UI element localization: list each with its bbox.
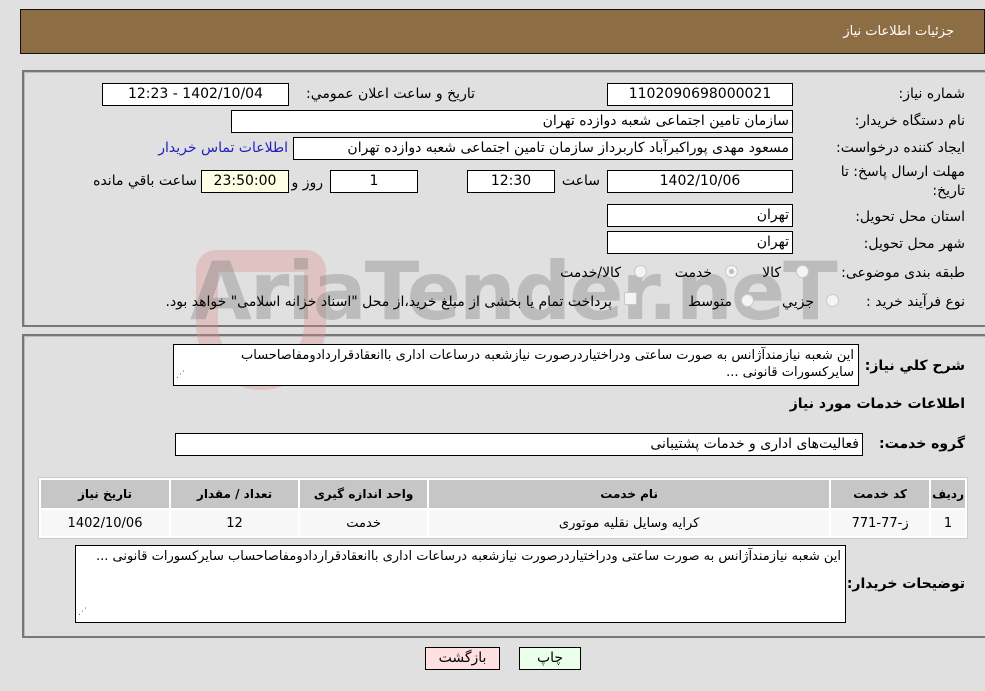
cell-need-date: 1402/10/06 [41,510,170,536]
service-group-label: گروه خدمت: [879,436,965,452]
treasury-checkbox[interactable] [624,292,637,305]
col-row-number: رديف [931,480,965,508]
resize-grip-icon[interactable]: ⋱ [78,604,87,621]
need-number-field: 1102090698000021 [607,83,793,106]
category-radio-service[interactable] [725,265,738,278]
purchase-option-medium: متوسط [688,294,732,310]
deadline-date-field: 1402/10/06 [607,170,793,193]
deadline-time-field: 12:30 [467,170,555,193]
time-remaining-field: 23:50:00 [201,170,289,193]
buyer-notes-textarea[interactable]: این شعبه نیازمندآژانس به صورت ساعتی ودرا… [75,545,846,623]
announce-datetime-field: 1402/10/04 - 12:23 [102,83,289,106]
general-desc-label: شرح کلي نياز: [864,358,965,374]
treasury-note: پرداخت تمام یا بخشی از مبلغ خرید،از محل … [165,294,612,310]
purchase-radio-minor[interactable] [826,294,839,307]
buyer-org-field: سازمان تامین اجتماعی شعبه دوازده تهران [231,110,793,133]
purchase-option-minor: جزيي [782,294,814,310]
category-radio-goods-service[interactable] [634,265,647,278]
requester-field: مسعود مهدی پوراکبرآباد کاربرداز سازمان ت… [293,137,793,160]
buyer-contact-link[interactable]: اطلاعات تماس خریدار [158,140,288,156]
deadline-label-2: تاریخ: [932,183,965,199]
table-header-row: رديف کد خدمت نام خدمت واحد اندازه گيری ت… [41,480,965,508]
need-info-panel [22,70,985,327]
category-radio-goods[interactable] [796,265,809,278]
requester-label: ایجاد کننده درخواست: [836,140,965,156]
purchase-type-label: نوع فرآیند خرید : [866,294,965,310]
cell-unit: خدمت [300,510,428,536]
resize-grip-icon[interactable]: ⋱ [176,367,185,384]
time-remaining-label: ساعت باقي مانده [93,173,197,189]
deadline-time-label: ساعت [561,173,600,189]
cell-service-code: ز-77-771 [831,510,930,536]
category-option-goods: کالا [762,265,781,281]
table-row: 1 ز-77-771 کرایه وسایل نقلیه موتوری خدمت… [41,510,965,536]
category-label: طبقه بندی موضوعی: [841,265,965,281]
buyer-org-label: نام دستگاه خريدار: [854,113,965,129]
city-field: تهران [607,231,793,254]
days-label: روز و [291,175,324,191]
province-field: تهران [607,204,793,227]
services-heading: اطلاعات خدمات مورد نياز [789,396,965,412]
col-need-date: تاریخ نیاز [41,480,170,508]
buyer-notes-label: توضيحات خريدار: [846,576,965,592]
col-unit: واحد اندازه گيری [300,480,428,508]
page-title: جزئیات اطلاعات نیاز [843,24,954,39]
general-desc-text: این شعبه نیازمندآژانس به صورت ساعتی ودرا… [241,348,854,380]
need-number-label: شماره نیاز: [898,86,966,102]
print-button[interactable]: چاپ [519,647,581,670]
days-remaining-field: 1 [330,170,418,193]
services-table: رديف کد خدمت نام خدمت واحد اندازه گيری ت… [38,477,968,539]
col-quantity: تعداد / مقدار [171,480,299,508]
cell-service-name: کرایه وسایل نقلیه موتوری [429,510,830,536]
purchase-radio-medium[interactable] [741,294,754,307]
general-desc-textarea[interactable]: این شعبه نیازمندآژانس به صورت ساعتی ودرا… [173,344,859,386]
page-header: جزئیات اطلاعات نیاز [20,9,985,54]
category-option-service: خدمت [674,265,712,281]
back-button[interactable]: بازگشت [425,647,500,670]
service-group-field: فعالیت‌های اداری و خدمات پشتیبانی [175,433,863,456]
announce-datetime-label: تاریخ و ساعت اعلان عمومي: [306,86,475,102]
cell-row-number: 1 [931,510,965,536]
col-service-code: کد خدمت [831,480,930,508]
cell-quantity: 12 [171,510,299,536]
category-option-goods-service: کالا/خدمت [560,265,621,281]
col-service-name: نام خدمت [429,480,830,508]
deadline-label: مهلت ارسال پاسخ: تا [840,164,965,180]
city-label: شهر محل تحویل: [863,236,965,252]
buyer-notes-text: این شعبه نیازمندآژانس به صورت ساعتی ودرا… [95,549,841,564]
province-label: استان محل تحویل: [855,209,965,225]
